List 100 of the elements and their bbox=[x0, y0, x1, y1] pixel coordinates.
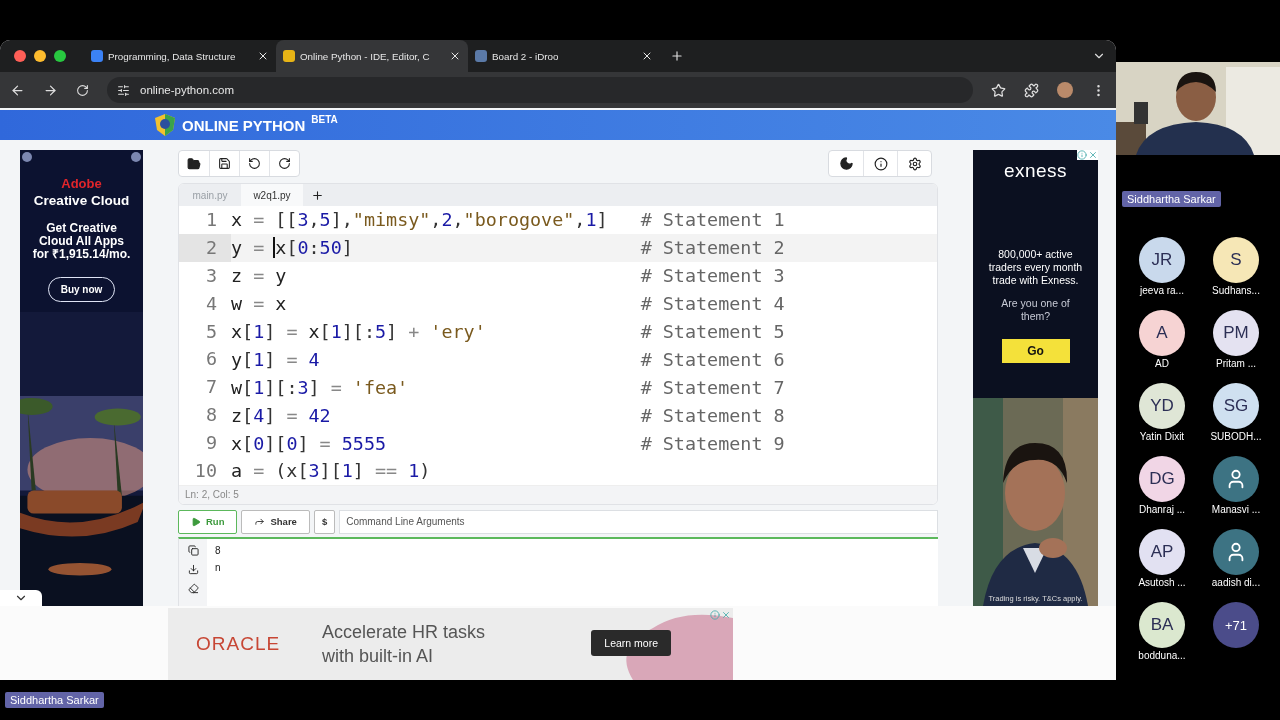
code-line: z[4] = 42 bbox=[231, 404, 332, 426]
ad-choice-icon bbox=[131, 152, 141, 162]
participant-name: Asutosh ... bbox=[1138, 577, 1186, 589]
close-icon[interactable] bbox=[257, 50, 269, 62]
new-tab-icon[interactable] bbox=[670, 49, 684, 63]
file-tab[interactable]: w2q1.py bbox=[241, 184, 303, 206]
presenter-name: Siddhartha Sarkar bbox=[5, 692, 104, 708]
eraser-icon[interactable] bbox=[187, 582, 199, 594]
settings-icon bbox=[907, 156, 922, 171]
ad-title: Creative Cloud bbox=[33, 193, 130, 208]
more-participants-badge[interactable]: +71 bbox=[1213, 602, 1259, 648]
ad-brand: exness bbox=[1003, 160, 1068, 182]
participant-name: bodduna... bbox=[1138, 650, 1186, 662]
plus-icon bbox=[310, 188, 324, 202]
dollar-button[interactable]: $ bbox=[313, 509, 336, 534]
code-comment: # Statement 2 bbox=[640, 237, 785, 259]
share-arrow-icon bbox=[254, 516, 266, 528]
code-line: x[1] = x[1][:5] + 'ery' bbox=[231, 321, 487, 342]
info-icon bbox=[873, 156, 888, 171]
maximize-window-button[interactable] bbox=[54, 50, 66, 62]
copy-icon[interactable] bbox=[187, 544, 199, 556]
site-settings-icon[interactable] bbox=[117, 83, 130, 97]
address-bar[interactable]: online-python.com bbox=[107, 77, 973, 103]
code-comment: # Statement 4 bbox=[640, 293, 785, 315]
folder-icon bbox=[187, 156, 201, 171]
ad-headline: 800,000+ active traders every month trade with Exness. bbox=[987, 248, 1084, 287]
shield-logo-icon bbox=[154, 113, 176, 137]
line-number: 7 bbox=[204, 375, 218, 400]
bookmark-star-icon[interactable] bbox=[991, 82, 1006, 98]
tab-title: Online Python - IDE, Editor, C bbox=[300, 50, 431, 62]
participant-name: Sudhans... bbox=[1212, 285, 1260, 297]
reload-icon[interactable] bbox=[76, 83, 89, 97]
code-comment: # Statement 6 bbox=[640, 348, 785, 370]
code-comment: # Statement 5 bbox=[640, 321, 785, 342]
play-icon bbox=[191, 516, 201, 527]
line-number: 8 bbox=[204, 403, 218, 428]
participant-name: AD bbox=[1155, 358, 1169, 370]
output-line: 8 bbox=[215, 544, 221, 556]
profile-avatar[interactable] bbox=[1057, 82, 1073, 98]
code-comment: # Statement 8 bbox=[640, 404, 785, 426]
forward-icon[interactable] bbox=[43, 82, 58, 98]
line-number: 6 bbox=[204, 347, 218, 372]
code-comment: # Statement 7 bbox=[640, 376, 785, 398]
speaker-name: Siddhartha Sarkar bbox=[1122, 191, 1221, 207]
code-line: z = y bbox=[231, 265, 288, 287]
line-number: 9 bbox=[204, 431, 218, 456]
participant-avatar: BA bbox=[1139, 602, 1185, 648]
ad-text: Accelerate HR tasks with built-in AI bbox=[322, 621, 487, 668]
minimize-window-button[interactable] bbox=[34, 50, 46, 62]
ad-brand: ORACLE bbox=[196, 633, 282, 655]
share-button[interactable]: Share bbox=[241, 509, 310, 534]
participant-avatar: S bbox=[1213, 237, 1259, 283]
url-text: online-python.com bbox=[140, 84, 234, 96]
back-icon[interactable] bbox=[10, 82, 25, 98]
close-icon[interactable] bbox=[449, 50, 461, 62]
code-line: y[1] = 4 bbox=[231, 348, 321, 370]
participant-avatar: PM bbox=[1213, 310, 1259, 356]
participant-name: Manasvi ... bbox=[1211, 504, 1261, 516]
download-icon[interactable] bbox=[187, 563, 199, 575]
participant-avatar: SG bbox=[1213, 383, 1259, 429]
beta-label: BETA bbox=[311, 114, 338, 125]
go-button[interactable]: Go bbox=[1001, 339, 1070, 363]
line-number: 4 bbox=[204, 291, 218, 316]
collapse-button[interactable] bbox=[0, 590, 42, 606]
code-line: y = x[0:50] bbox=[231, 237, 354, 259]
code-comment: # Statement 9 bbox=[640, 432, 785, 454]
tab-title: Board 2 - iDroo bbox=[492, 50, 560, 62]
browser-tab[interactable]: Online Python - IDE, Editor, C bbox=[276, 40, 468, 72]
extensions-icon[interactable] bbox=[1024, 82, 1039, 98]
ad-offer: Get Creative Cloud All Apps for ₹1,915.14/mo. bbox=[31, 222, 132, 261]
arguments-field[interactable]: Command Line Arguments bbox=[339, 509, 938, 534]
line-number: 2 bbox=[179, 233, 231, 262]
participant-avatar: DG bbox=[1139, 456, 1185, 502]
run-button[interactable]: Run bbox=[178, 509, 238, 534]
participant-name: SUBODH... bbox=[1210, 431, 1262, 443]
ad-question: Are you one of them? bbox=[1000, 297, 1071, 323]
output-line: n bbox=[215, 561, 221, 573]
participant-name: Yatin Dixit bbox=[1139, 431, 1185, 443]
code-line: w = x bbox=[231, 293, 288, 315]
code-line: x[0][0] = 5555 bbox=[231, 432, 388, 454]
participant-avatar: JR bbox=[1139, 237, 1185, 283]
moon-icon bbox=[838, 156, 854, 171]
redo-icon bbox=[278, 157, 291, 170]
close-icon[interactable] bbox=[641, 50, 653, 62]
code-line: x = [[3,5],"mimsy",2,"borogove",1] bbox=[231, 209, 609, 231]
participant-name: jeeva ra... bbox=[1140, 285, 1184, 297]
ad-brand: Adobe bbox=[61, 176, 102, 191]
browser-tab[interactable]: Board 2 - iDroo bbox=[468, 40, 660, 72]
code-comment: # Statement 3 bbox=[640, 265, 785, 287]
participant-name: aadish di... bbox=[1211, 577, 1261, 589]
participant-name: Pritam ... bbox=[1216, 358, 1256, 370]
site-logo-text: ONLINE PYTHON bbox=[182, 116, 306, 134]
browser-tab[interactable]: Programming, Data Structure bbox=[84, 40, 276, 72]
line-number: 10 bbox=[193, 459, 218, 483]
learn-more-button[interactable]: Learn more bbox=[591, 630, 671, 656]
participant-avatar: AP bbox=[1139, 529, 1185, 575]
tab-title: Programming, Data Structure bbox=[108, 50, 237, 62]
participant-avatar: A bbox=[1139, 310, 1185, 356]
close-window-button[interactable] bbox=[14, 50, 26, 62]
code-line: w[1][:3] = 'fea' bbox=[231, 376, 410, 398]
